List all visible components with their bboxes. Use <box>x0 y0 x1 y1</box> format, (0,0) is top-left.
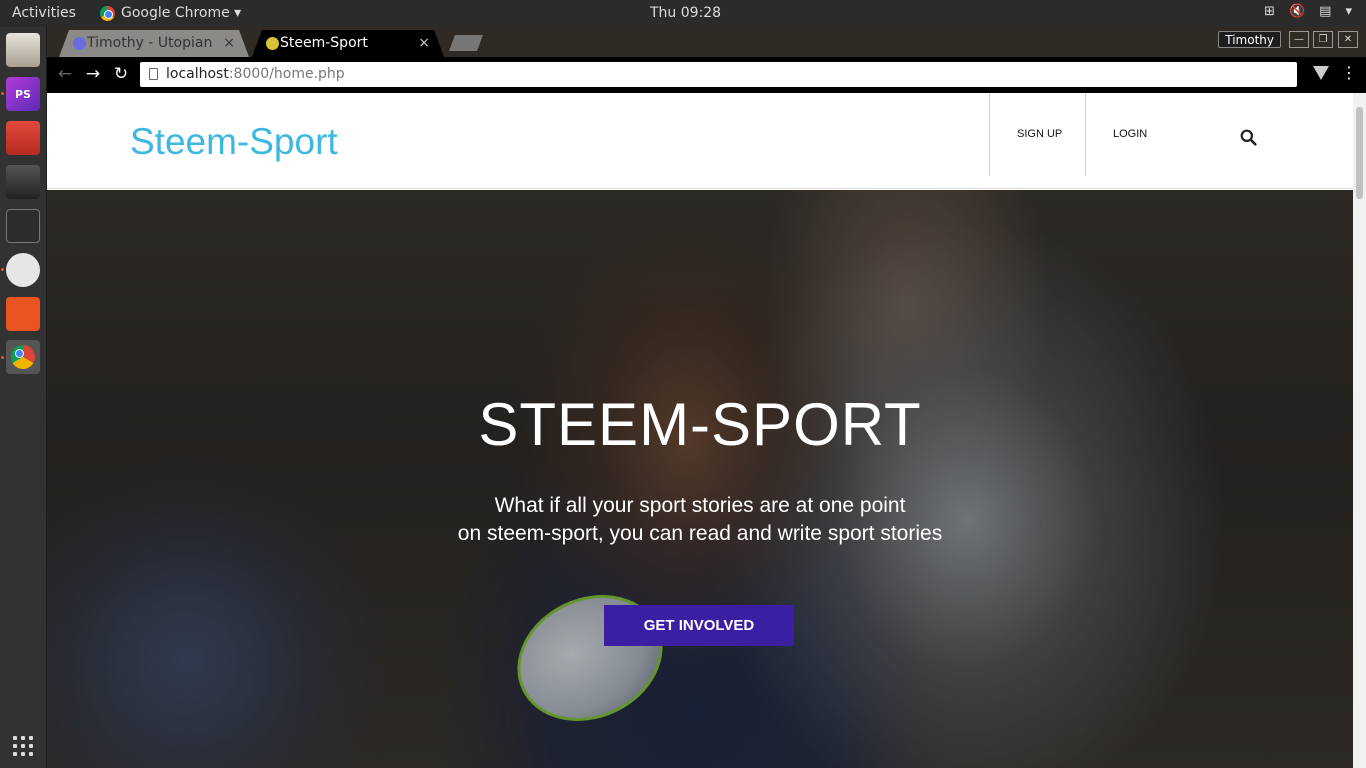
app-menu[interactable]: Google Chrome ▾ <box>100 5 241 21</box>
tab-title: Timothy - Utopian <box>87 35 213 51</box>
software-center-icon[interactable] <box>6 297 40 331</box>
get-involved-button[interactable]: GET INVOLVED <box>604 605 794 646</box>
hero-section: STEEM-SPORT What if all your sport stori… <box>47 190 1353 768</box>
address-bar[interactable]: localhost:8000/home.php <box>140 62 1297 87</box>
activities-button[interactable]: Activities <box>12 5 76 21</box>
profile-button[interactable]: Timothy <box>1218 31 1281 48</box>
close-tab-icon[interactable]: × <box>418 30 430 57</box>
running-indicator <box>1 92 4 95</box>
software-updater-icon[interactable] <box>6 253 40 287</box>
signup-link[interactable]: SIGN UP <box>1017 128 1062 140</box>
volume-muted-icon[interactable]: 🔇 <box>1289 4 1305 19</box>
extension-icon[interactable] <box>1313 66 1329 80</box>
browser-tab-strip: Timothy - Utopian × Steem-Sport × Timoth… <box>47 27 1366 57</box>
show-applications-icon[interactable] <box>13 736 33 756</box>
system-tray[interactable]: ⊞ 🔇 ▤ ▾ <box>1264 4 1352 19</box>
chrome-launcher[interactable] <box>6 340 40 374</box>
running-indicator <box>1 268 4 271</box>
video-editor-icon[interactable] <box>6 165 40 199</box>
url-host: localhost <box>166 66 229 82</box>
site-brand-logo[interactable]: Steem-Sport <box>130 121 338 163</box>
clock[interactable]: Thu 09:28 <box>650 5 721 21</box>
tab-title: Steem-Sport <box>280 35 368 51</box>
close-tab-icon[interactable]: × <box>223 30 235 57</box>
terminal-icon[interactable] <box>6 209 40 243</box>
scrollbar-thumb[interactable] <box>1356 107 1363 199</box>
chrome-icon <box>11 345 35 369</box>
site-header: Steem-Sport SIGN UP LOGIN <box>47 93 1353 189</box>
app-menu-label: Google Chrome ▾ <box>121 5 242 21</box>
installer-icon[interactable] <box>6 121 40 155</box>
tab-timothy-utopian[interactable]: Timothy - Utopian × <box>59 30 249 57</box>
system-menu-chevron-icon[interactable]: ▾ <box>1345 4 1352 19</box>
battery-icon[interactable]: ▤ <box>1319 4 1331 19</box>
hero-subtitle-line-2: on steem-sport, you can read and write s… <box>457 522 943 545</box>
nav-divider <box>1085 93 1086 176</box>
tab-steem-sport[interactable]: Steem-Sport × <box>252 30 444 57</box>
phpstorm-label: PS <box>15 87 31 101</box>
back-arrow-icon[interactable]: ← <box>55 64 75 84</box>
page-scrollbar[interactable] <box>1353 93 1366 768</box>
files-icon[interactable] <box>6 33 40 67</box>
running-indicator <box>1 356 4 359</box>
minimize-button[interactable]: — <box>1289 31 1309 48</box>
url-path: :8000/home.php <box>228 66 345 82</box>
utopian-favicon-icon <box>73 37 86 50</box>
chrome-menu-icon[interactable]: ⋮ <box>1341 63 1357 82</box>
reload-icon[interactable]: ↻ <box>111 64 131 84</box>
system-top-bar: Activities Google Chrome ▾ Thu 09:28 ⊞ 🔇… <box>0 0 1366 27</box>
launcher-dock: PS <box>0 27 47 768</box>
hero-subtitle-line-1: What if all your sport stories are at on… <box>494 494 906 517</box>
network-icon[interactable]: ⊞ <box>1264 4 1275 19</box>
search-icon[interactable] <box>1240 129 1257 146</box>
new-tab-button[interactable] <box>449 35 483 51</box>
hero-overlay <box>47 190 1353 768</box>
chrome-icon <box>100 5 115 21</box>
nav-divider <box>989 93 990 176</box>
phpstorm-icon[interactable]: PS <box>6 77 40 111</box>
restore-button[interactable]: ❐ <box>1313 31 1333 48</box>
steem-sport-favicon-icon <box>266 37 279 50</box>
hero-title: STEEM-SPORT <box>478 391 922 458</box>
page-info-icon[interactable] <box>149 68 158 80</box>
browser-toolbar: ← → ↻ localhost:8000/home.php ⋮ <box>47 57 1366 93</box>
login-link[interactable]: LOGIN <box>1113 128 1147 140</box>
forward-arrow-icon[interactable]: → <box>83 64 103 84</box>
page-viewport: Steem-Sport SIGN UP LOGIN STEEM-SPORT Wh… <box>47 93 1353 768</box>
close-window-button[interactable]: ✕ <box>1338 31 1358 48</box>
